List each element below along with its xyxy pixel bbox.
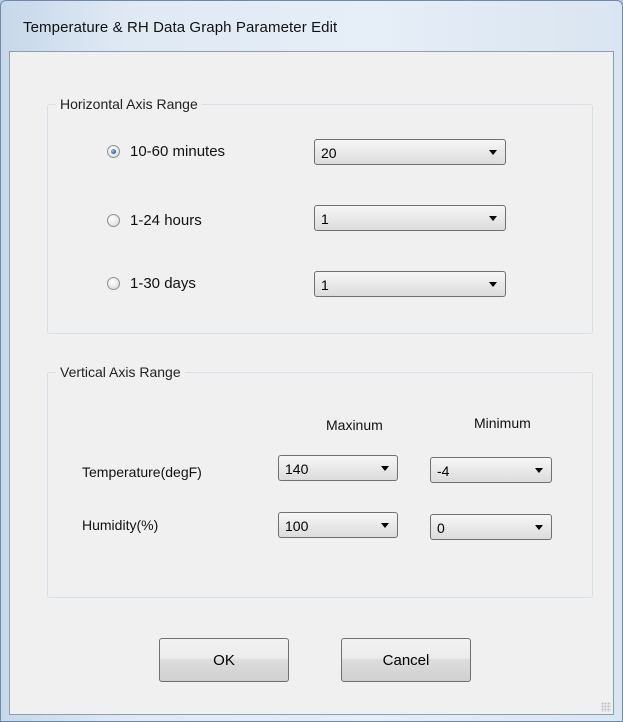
horizontal-axis-label: Horizontal Axis Range [56, 96, 202, 112]
days-dropdown-value: 1 [321, 277, 329, 293]
vertical-axis-label: Vertical Axis Range [56, 364, 185, 380]
temperature-min-dropdown[interactable]: -4 [430, 457, 552, 483]
chevron-down-icon [489, 216, 497, 221]
radio-minutes-label: 10-60 minutes [130, 143, 226, 160]
humidity-max-value: 100 [285, 518, 309, 534]
chevron-down-icon [381, 523, 389, 528]
days-dropdown[interactable]: 1 [314, 271, 506, 297]
humidity-min-value: 0 [437, 520, 445, 536]
maximum-header: Maxinum [326, 417, 383, 433]
hours-dropdown[interactable]: 1 [314, 205, 506, 231]
humidity-label: Humidity(%) [82, 517, 159, 533]
radio-hours[interactable] [107, 214, 120, 227]
radio-days[interactable] [107, 277, 120, 290]
temperature-min-value: -4 [437, 463, 450, 479]
temperature-label: Temperature(degF) [82, 464, 202, 480]
hours-dropdown-value: 1 [321, 211, 329, 227]
temperature-max-value: 140 [285, 461, 309, 477]
chevron-down-icon [381, 466, 389, 471]
temperature-max-dropdown[interactable]: 140 [278, 455, 398, 481]
radio-minutes-row[interactable]: 10-60 minutes [107, 143, 225, 160]
humidity-max-dropdown[interactable]: 100 [278, 512, 398, 538]
humidity-min-dropdown[interactable]: 0 [430, 514, 552, 540]
minutes-dropdown[interactable]: 20 [314, 139, 506, 165]
cancel-button[interactable]: Cancel [341, 638, 471, 682]
chevron-down-icon [535, 525, 543, 530]
chevron-down-icon [489, 150, 497, 155]
resize-grip-icon[interactable] [601, 702, 611, 712]
dialog-body: Horizontal Axis Range 10-60 minutes 20 1… [9, 51, 614, 715]
chevron-down-icon [489, 282, 497, 287]
ok-button[interactable]: OK [159, 638, 289, 682]
dialog-window: Temperature & RH Data Graph Parameter Ed… [0, 0, 623, 722]
radio-hours-row[interactable]: 1-24 hours [107, 212, 202, 229]
vertical-axis-group: Vertical Axis Range Maxinum Minimum Temp… [47, 364, 593, 598]
radio-days-label: 1-30 days [130, 275, 196, 292]
radio-hours-label: 1-24 hours [130, 212, 202, 229]
horizontal-axis-group: Horizontal Axis Range 10-60 minutes 20 1… [47, 96, 593, 334]
minutes-dropdown-value: 20 [321, 145, 337, 161]
radio-days-row[interactable]: 1-30 days [107, 275, 196, 292]
chevron-down-icon [535, 468, 543, 473]
radio-minutes[interactable] [107, 145, 120, 158]
window-title: Temperature & RH Data Graph Parameter Ed… [23, 19, 338, 36]
minimum-header: Minimum [474, 415, 531, 431]
